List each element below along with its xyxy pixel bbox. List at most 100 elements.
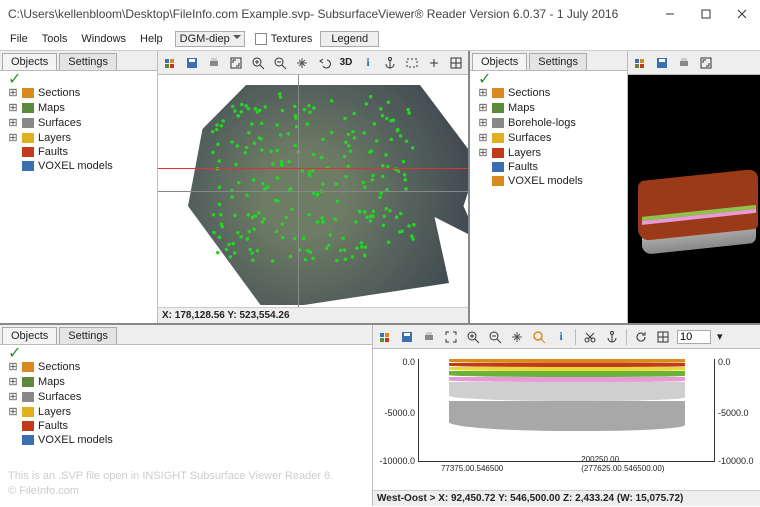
ytick-right: 0.0 xyxy=(718,357,758,367)
print-icon[interactable] xyxy=(421,329,437,345)
expander-icon[interactable]: ⊞ xyxy=(8,375,18,388)
maximize-button[interactable] xyxy=(688,0,724,28)
expander-icon[interactable]: ⊞ xyxy=(478,116,488,129)
menu-windows[interactable]: Windows xyxy=(75,31,132,47)
textures-checkbox[interactable]: Textures xyxy=(255,33,313,45)
fit-icon[interactable] xyxy=(228,55,244,71)
tree-label: Maps xyxy=(508,102,535,114)
expander-icon[interactable]: ⊞ xyxy=(8,101,18,114)
expander-icon[interactable]: ⊞ xyxy=(8,360,18,373)
plus-icon[interactable] xyxy=(426,55,442,71)
refresh-icon[interactable] xyxy=(633,329,649,345)
anchor-icon[interactable] xyxy=(604,329,620,345)
tree-node[interactable]: Faults xyxy=(8,419,366,433)
section-status: West-Oost > X: 92,450.72 Y: 546,500.00 Z… xyxy=(373,490,760,506)
fit-expand-icon[interactable] xyxy=(443,329,459,345)
title-bar: C:\Users\kellenbloom\Desktop\FileInfo.co… xyxy=(0,0,760,28)
legend-button[interactable]: Legend xyxy=(320,31,379,47)
expander-icon[interactable]: ⊞ xyxy=(478,86,488,99)
tab-settings[interactable]: Settings xyxy=(59,53,117,70)
pan-icon[interactable] xyxy=(509,329,525,345)
3d-icon[interactable]: 3D xyxy=(338,55,354,71)
menu-file[interactable]: File xyxy=(4,31,34,47)
tree-node[interactable]: ⊞ Surfaces xyxy=(8,115,151,130)
menu-tools[interactable]: Tools xyxy=(36,31,74,47)
tree-node[interactable]: ⊞ Layers xyxy=(8,404,366,419)
tree-node[interactable]: Faults xyxy=(478,160,621,174)
expander-icon[interactable]: ⊞ xyxy=(8,390,18,403)
check-icon: ✓ xyxy=(6,75,151,85)
map-canvas[interactable] xyxy=(158,75,468,307)
fit-icon[interactable] xyxy=(698,55,714,71)
minimize-button[interactable] xyxy=(652,0,688,28)
tree-node[interactable]: ⊞ Sections xyxy=(478,85,621,100)
tree-label: Sections xyxy=(38,361,80,373)
zoom-out-icon[interactable] xyxy=(487,329,503,345)
tree-label: VOXEL models xyxy=(38,160,113,172)
tree-node[interactable]: ⊞ Maps xyxy=(478,100,621,115)
tree-node[interactable]: ⊞ Maps xyxy=(8,374,366,389)
zoom-out-icon[interactable] xyxy=(272,55,288,71)
tab-settings[interactable]: Settings xyxy=(59,327,117,344)
expander-icon[interactable]: ⊞ xyxy=(478,101,488,114)
info-icon[interactable]: i xyxy=(360,55,376,71)
close-button[interactable] xyxy=(724,0,760,28)
tree-node[interactable]: VOXEL models xyxy=(8,159,151,173)
undo-icon[interactable] xyxy=(316,55,332,71)
anchor-icon[interactable] xyxy=(382,55,398,71)
save-icon[interactable] xyxy=(184,55,200,71)
tree-node[interactable]: VOXEL models xyxy=(478,174,621,188)
objects-panel-top-right: Objects Settings ✓ ⊞ Sections ⊞ Maps ⊞ B… xyxy=(470,51,628,323)
rect-select-icon[interactable] xyxy=(404,55,420,71)
layer-icon xyxy=(22,147,34,157)
tab-settings[interactable]: Settings xyxy=(529,53,587,70)
watermark-l1: This is an .SVP file open in INSIGHT Sub… xyxy=(8,469,333,483)
tree-top-left[interactable]: ✓ ⊞ Sections ⊞ Maps ⊞ Surfaces ⊞ Layers … xyxy=(0,71,157,323)
grid-icon[interactable] xyxy=(655,329,671,345)
expander-icon[interactable]: ⊞ xyxy=(478,131,488,144)
3d-canvas[interactable] xyxy=(628,75,760,323)
print-icon[interactable] xyxy=(676,55,692,71)
step-input[interactable] xyxy=(677,330,711,344)
zoom-reset-icon[interactable] xyxy=(531,329,547,345)
zoom-in-icon[interactable] xyxy=(465,329,481,345)
tree-node[interactable]: ⊞ Layers xyxy=(8,130,151,145)
map-status: X: 178,128.56 Y: 523,554.26 xyxy=(158,307,468,323)
window-icon[interactable] xyxy=(632,55,648,71)
tree-node[interactable]: ⊞ Sections xyxy=(8,359,366,374)
section-canvas[interactable]: 0.0 -5000.0 -10000.0 0.0 -5000.0 -10000.… xyxy=(373,349,760,490)
model-select[interactable]: DGM-diep xyxy=(175,31,245,47)
tab-objects[interactable]: Objects xyxy=(472,53,527,70)
layer-icon xyxy=(22,407,34,417)
zoom-in-icon[interactable] xyxy=(250,55,266,71)
expander-icon[interactable]: ⊞ xyxy=(8,405,18,418)
expander-icon[interactable]: ⊞ xyxy=(8,116,18,129)
tab-objects[interactable]: Objects xyxy=(2,327,57,344)
tree-top-right[interactable]: ✓ ⊞ Sections ⊞ Maps ⊞ Borehole-logs ⊞ Su… xyxy=(470,71,627,323)
info-icon[interactable]: i xyxy=(553,329,569,345)
tree-label: VOXEL models xyxy=(38,434,113,446)
tree-node[interactable]: ⊞ Layers xyxy=(478,145,621,160)
tree-node[interactable]: ⊞ Sections xyxy=(8,85,151,100)
tree-node[interactable]: ⊞ Surfaces xyxy=(8,389,366,404)
scissors-icon[interactable] xyxy=(582,329,598,345)
print-icon[interactable] xyxy=(206,55,222,71)
save-icon[interactable] xyxy=(399,329,415,345)
pan-icon[interactable] xyxy=(294,55,310,71)
menu-help[interactable]: Help xyxy=(134,31,169,47)
window-icon[interactable] xyxy=(377,329,393,345)
ytick-left: -10000.0 xyxy=(375,456,415,466)
expander-icon[interactable]: ⊞ xyxy=(478,146,488,159)
tree-node[interactable]: ⊞ Surfaces xyxy=(478,130,621,145)
tree-node[interactable]: Faults xyxy=(8,145,151,159)
expander-icon[interactable]: ⊞ xyxy=(8,131,18,144)
expander-icon[interactable]: ⊞ xyxy=(8,86,18,99)
tree-node[interactable]: ⊞ Borehole-logs xyxy=(478,115,621,130)
window-icon[interactable] xyxy=(162,55,178,71)
tab-objects[interactable]: Objects xyxy=(2,53,57,70)
step-dropdown[interactable]: ▾ xyxy=(717,330,723,343)
grid-icon[interactable] xyxy=(448,55,464,71)
save-icon[interactable] xyxy=(654,55,670,71)
tree-node[interactable]: VOXEL models xyxy=(8,433,366,447)
tree-node[interactable]: ⊞ Maps xyxy=(8,100,151,115)
